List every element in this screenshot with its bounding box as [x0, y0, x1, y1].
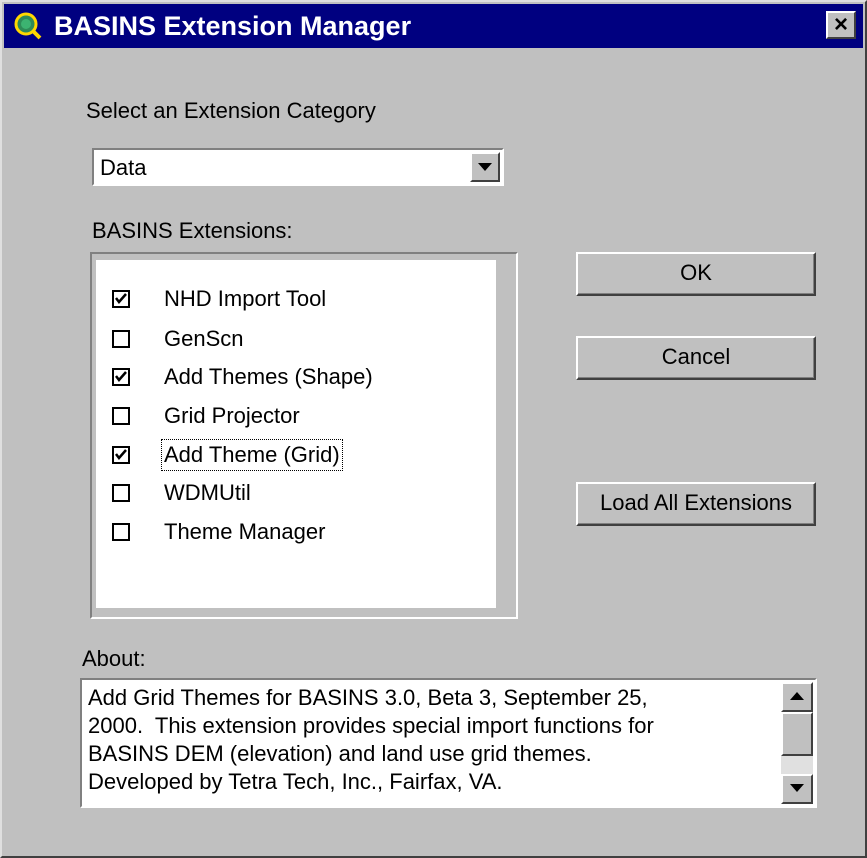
extension-label: Add Themes (Shape) — [164, 364, 373, 389]
extension-checkbox[interactable] — [112, 446, 130, 464]
about-textbox[interactable]: Add Grid Themes for BASINS 3.0, Beta 3, … — [80, 678, 817, 808]
load-all-extensions-button[interactable]: Load All Extensions — [576, 482, 816, 526]
cancel-button[interactable]: Cancel — [576, 336, 816, 380]
checkmark-icon — [115, 371, 127, 382]
scroll-down-icon — [790, 784, 804, 792]
chevron-down-icon — [478, 163, 492, 171]
extension-checkbox[interactable] — [112, 368, 130, 386]
extensions-label: BASINS Extensions: — [92, 218, 293, 243]
extension-checkbox[interactable] — [112, 523, 130, 541]
extension-label: NHD Import Tool — [164, 286, 327, 311]
category-selected-value: Data — [100, 155, 147, 180]
extension-item[interactable]: Add Themes (Shape) — [108, 362, 488, 396]
globe-magnifier-icon — [14, 12, 42, 40]
extension-manager-window: BASINS Extension Manager × Select an Ext… — [0, 0, 867, 858]
title-bar[interactable]: BASINS Extension Manager × — [4, 4, 863, 48]
about-label: About: — [82, 646, 146, 671]
category-dropdown[interactable]: Data — [92, 148, 504, 186]
close-button[interactable]: × — [826, 11, 856, 39]
extension-item[interactable]: WDMUtil — [108, 478, 488, 512]
extension-checkbox[interactable] — [112, 330, 130, 348]
extensions-list[interactable]: NHD Import Tool GenScn Add Themes (Shape) G… — [96, 260, 496, 608]
extension-item[interactable]: NHD Import Tool — [108, 284, 488, 318]
extension-item[interactable]: Grid Projector — [108, 401, 488, 435]
scroll-up-icon — [790, 692, 804, 700]
extension-label: GenScn — [164, 326, 244, 351]
extension-item[interactable]: Theme Manager — [108, 517, 488, 551]
extension-label: Add Theme (Grid) — [161, 439, 343, 471]
scroll-up-button[interactable] — [781, 682, 813, 712]
ok-button[interactable]: OK — [576, 252, 816, 296]
extension-label: WDMUtil — [164, 480, 251, 505]
extension-label: Theme Manager — [164, 519, 326, 544]
checkmark-icon — [115, 293, 127, 304]
about-text: Add Grid Themes for BASINS 3.0, Beta 3, … — [88, 685, 654, 794]
extension-checkbox[interactable] — [112, 290, 130, 308]
close-icon: × — [833, 11, 848, 38]
category-label: Select an Extension Category — [86, 98, 376, 123]
about-scrollbar[interactable] — [781, 682, 813, 804]
extensions-list-frame: NHD Import Tool GenScn Add Themes (Shape) G… — [90, 252, 518, 619]
extension-checkbox[interactable] — [112, 484, 130, 502]
scroll-thumb[interactable] — [781, 712, 813, 756]
extension-item[interactable]: GenScn — [108, 324, 488, 358]
extension-item[interactable]: Add Theme (Grid) — [108, 439, 488, 474]
checkmark-icon — [115, 449, 127, 460]
scroll-down-button[interactable] — [781, 774, 813, 804]
window-title: BASINS Extension Manager — [54, 11, 412, 41]
extension-label: Grid Projector — [164, 403, 300, 428]
dropdown-button[interactable] — [470, 152, 500, 182]
extension-checkbox[interactable] — [112, 407, 130, 425]
